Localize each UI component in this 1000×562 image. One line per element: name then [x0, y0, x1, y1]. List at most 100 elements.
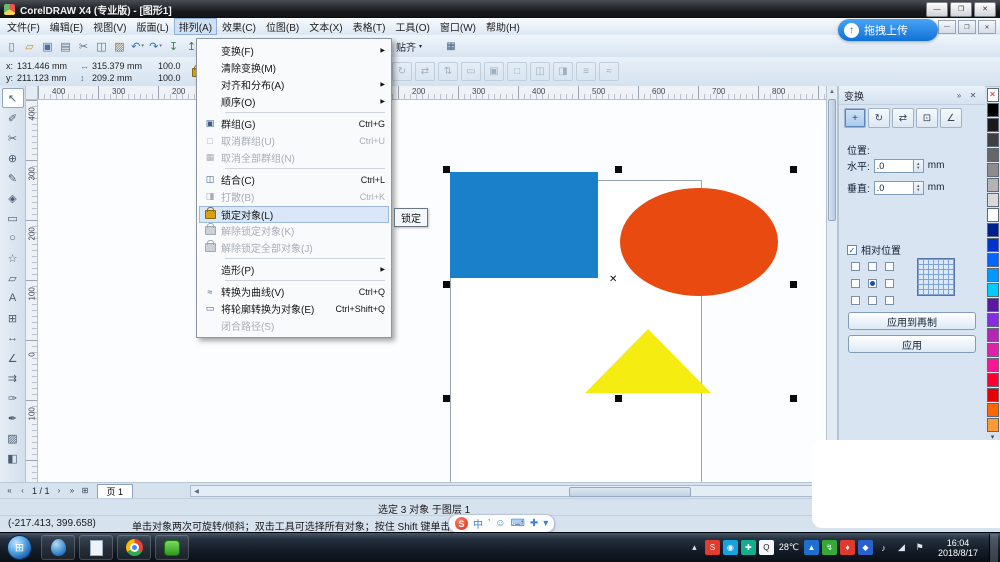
menubar-item-window[interactable]: 窗口(W): [435, 18, 481, 35]
blend-tool[interactable]: ⇉: [2, 368, 24, 388]
show-hidden-icons-icon[interactable]: ▴: [687, 540, 702, 555]
anchor-cell[interactable]: [885, 279, 894, 288]
options-button[interactable]: ▦: [442, 38, 460, 54]
scale-horizontal-value[interactable]: 100.0: [158, 61, 181, 71]
spin-down-icon[interactable]: ▼: [916, 187, 920, 192]
cloud-tray-icon[interactable]: ◆: [858, 540, 873, 555]
color-swatch[interactable]: [986, 103, 999, 117]
color-swatch[interactable]: [986, 298, 999, 312]
menu-item-clear-transform[interactable]: 清除变换(M): [199, 59, 389, 76]
menu-item-combine[interactable]: ◫ 结合(C) Ctrl+L: [199, 171, 389, 188]
outline-tool[interactable]: ✒: [2, 408, 24, 428]
paste-button[interactable]: ▨: [111, 37, 128, 55]
scale-vertical-value[interactable]: 100.0: [158, 73, 181, 83]
first-page-button[interactable]: «: [3, 484, 16, 497]
anchor-cell[interactable]: [851, 262, 860, 271]
color-swatch[interactable]: [986, 358, 999, 372]
menubar-item-help[interactable]: 帮助(H): [481, 18, 525, 35]
taskbar-app-green-utility[interactable]: [155, 535, 189, 560]
prev-page-button[interactable]: ‹: [16, 484, 29, 497]
color-swatch[interactable]: [986, 238, 999, 252]
menubar-item-layout[interactable]: 版面(L): [131, 18, 173, 35]
freehand-tool[interactable]: ✎: [2, 168, 24, 188]
fill-tool[interactable]: ▨: [2, 428, 24, 448]
menu-item-transform[interactable]: 变换(F) ▶: [199, 42, 389, 59]
table-tool[interactable]: ⊞: [2, 308, 24, 328]
action-center-tray-icon[interactable]: ⚑: [912, 540, 927, 555]
import-button[interactable]: ↧: [165, 37, 182, 55]
menubar-item-text[interactable]: 文本(X): [304, 18, 347, 35]
object-width-value[interactable]: 315.379 mm: [92, 61, 142, 71]
ime-toolbox-icon[interactable]: ✚: [530, 518, 538, 529]
selection-handle[interactable]: [615, 166, 622, 173]
menu-item-convert-to-curves[interactable]: ≈ 转换为曲线(V) Ctrl+Q: [199, 283, 389, 300]
update-tray-icon[interactable]: ↯: [822, 540, 837, 555]
last-page-button[interactable]: »: [66, 484, 79, 497]
shape-tool[interactable]: ✐: [2, 108, 24, 128]
docker-menu-button[interactable]: »: [952, 89, 966, 102]
snap-button[interactable]: 贴齐 ▾: [392, 38, 426, 54]
drag-upload-badge[interactable]: ↑ 拖拽上传: [838, 19, 938, 41]
anchor-cell[interactable]: [868, 262, 877, 271]
selection-handle[interactable]: [443, 166, 450, 173]
vertical-scroll-thumb[interactable]: [828, 99, 836, 221]
menu-item-shaping[interactable]: 造形(P) ▶: [199, 261, 389, 278]
color-swatch[interactable]: [986, 403, 999, 417]
color-swatch[interactable]: [986, 343, 999, 357]
color-swatch[interactable]: [986, 268, 999, 282]
sogou-logo-icon[interactable]: S: [455, 517, 468, 530]
polygon-tool[interactable]: ☆: [2, 248, 24, 268]
color-swatch[interactable]: [986, 178, 999, 192]
maximize-button[interactable]: ❐: [950, 1, 972, 17]
ellipse-tool[interactable]: ○: [2, 228, 24, 248]
scroll-up-icon[interactable]: ▲: [827, 86, 837, 98]
undo-button[interactable]: ↶ ▾: [129, 37, 146, 55]
vertical-scrollbar[interactable]: ▲ ▼: [826, 86, 838, 482]
taskbar-clock[interactable]: 16:04 2018/8/17: [931, 538, 985, 558]
redo-button[interactable]: ↷ ▾: [147, 37, 164, 55]
anchor-cell[interactable]: [868, 279, 877, 288]
object-x-value[interactable]: 131.446 mm: [17, 61, 67, 71]
menubar-item-table[interactable]: 表格(T): [348, 18, 391, 35]
color-swatch-none[interactable]: ✕: [986, 88, 999, 102]
horizontal-scrollbar[interactable]: ◀ ▶: [190, 485, 832, 497]
eyedropper-tool[interactable]: ✑: [2, 388, 24, 408]
add-page-button[interactable]: ⊞: [79, 484, 92, 497]
volume-tray-icon[interactable]: ♪: [876, 540, 891, 555]
color-swatch[interactable]: [986, 418, 999, 432]
color-swatch[interactable]: [986, 328, 999, 342]
scroll-left-icon[interactable]: ◀: [191, 486, 202, 496]
copy-button[interactable]: ◫: [93, 37, 110, 55]
doc-close-button[interactable]: ✕: [978, 20, 996, 34]
selection-handle[interactable]: [790, 281, 797, 288]
sogou-tray-icon[interactable]: S: [704, 540, 720, 555]
relative-position-option[interactable]: ✓ 相对位置: [847, 242, 901, 257]
blue-app-tray-icon[interactable]: ◉: [722, 540, 738, 555]
doc-minimize-button[interactable]: —: [938, 20, 956, 34]
rectangle-shape[interactable]: [450, 172, 598, 278]
menubar-item-view[interactable]: 视图(V): [88, 18, 131, 35]
cut-button[interactable]: ✂: [75, 37, 92, 55]
horizontal-scroll-thumb[interactable]: [569, 487, 691, 497]
anchor-cell[interactable]: [885, 262, 894, 271]
menu-item-convert-outline[interactable]: ▭ 将轮廓转换为对象(E) Ctrl+Shift+Q: [199, 300, 389, 317]
selection-handle[interactable]: [790, 395, 797, 402]
menu-item-order[interactable]: 顺序(O) ▶: [199, 93, 389, 110]
selection-handle[interactable]: [790, 166, 797, 173]
color-swatch[interactable]: [986, 373, 999, 387]
vertical-ruler[interactable]: 400 300 200 100 0 100: [26, 100, 38, 482]
drawing-canvas[interactable]: ✕: [38, 100, 826, 482]
dimension-tool[interactable]: ↔: [2, 328, 24, 348]
anchor-cell[interactable]: [868, 296, 877, 305]
menubar-item-tools[interactable]: 工具(O): [390, 18, 434, 35]
color-swatch[interactable]: [986, 208, 999, 222]
music-tray-icon[interactable]: ♦: [840, 540, 855, 555]
ime-mode-chinese-icon[interactable]: 中: [473, 516, 483, 531]
transform-skew-tab[interactable]: ∠: [940, 108, 962, 128]
taskbar-app-coreldraw[interactable]: [41, 535, 75, 560]
color-swatch[interactable]: [986, 253, 999, 267]
color-swatch[interactable]: [986, 148, 999, 162]
pick-tool[interactable]: ↖: [1, 88, 24, 108]
teal-app-tray-icon[interactable]: ✚: [740, 540, 756, 555]
interactive-fill-tool[interactable]: ◧: [2, 448, 24, 468]
